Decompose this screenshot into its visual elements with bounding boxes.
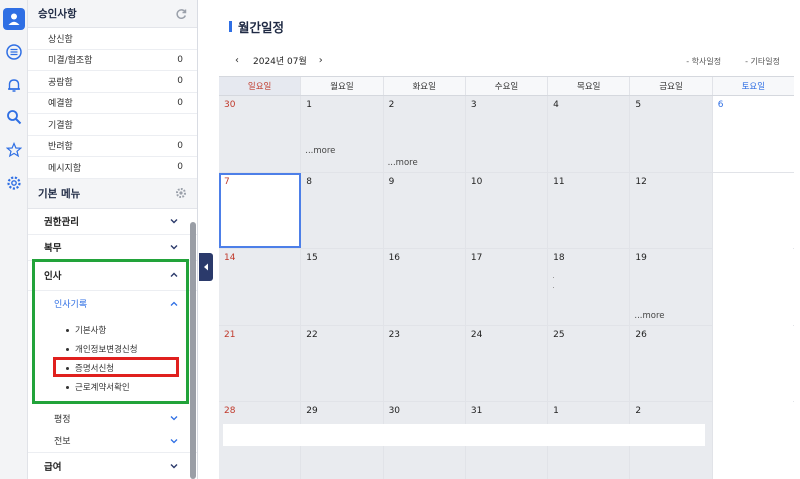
calendar-day[interactable]: 16	[383, 249, 466, 325]
menu-leaf-basic[interactable]: 기본사항	[28, 321, 197, 340]
calendar-week: 30 1 ...more 2 ...more 3 4 5 6	[219, 96, 794, 173]
calendar-day[interactable]: 6	[713, 96, 794, 172]
calendar-day[interactable]: 24	[465, 325, 549, 401]
menu-item-service[interactable]: 복무	[28, 235, 197, 261]
month-navigator: ‹ 2024년 07월 ›	[235, 54, 323, 67]
calendar-day-selected[interactable]: 7	[219, 172, 302, 248]
chevron-down-icon	[170, 464, 178, 469]
month-label: 2024년 07월	[253, 57, 307, 67]
refresh-icon[interactable]	[175, 8, 187, 20]
menu-item-eval[interactable]: 평정	[28, 407, 197, 430]
menu-item-hr-record[interactable]: 인사기록	[28, 291, 197, 317]
approval-row[interactable]: 상신함	[28, 28, 197, 50]
legend-academic: - 학사일정	[686, 57, 722, 66]
triangle-left-icon	[204, 263, 208, 271]
calendar-day[interactable]: 9	[383, 172, 466, 248]
calendar-day[interactable]: 19 ...more	[630, 249, 713, 325]
menu-item-pay[interactable]: 급여	[28, 453, 197, 479]
settings-icon[interactable]	[175, 187, 187, 199]
month-calendar: 일요일 월요일 화요일 수요일 목요일 금요일 토요일 30 1 ...more …	[219, 76, 794, 479]
calendar-week: 7 8 9 10 11 12	[219, 172, 794, 249]
calendar-day[interactable]: 14	[219, 249, 302, 325]
left-panel: 승인사항 상신함 미결/협조함 0 공람함 0 예결함 0 기결함 반려함 0 메시지함…	[28, 0, 198, 479]
approval-row[interactable]: 메시지함 0	[28, 157, 197, 179]
weekday-sun: 일요일	[219, 77, 302, 95]
calendar-day[interactable]: 30	[219, 96, 302, 172]
calendar-day[interactable]: 25	[548, 325, 631, 401]
weekday-thu: 목요일	[548, 77, 631, 95]
schedule-legend: - 학사일정 - 기타일정	[662, 56, 780, 67]
more-link[interactable]: ...more	[388, 158, 418, 168]
panel-scrollbar[interactable]	[190, 222, 196, 479]
collapse-panel-button[interactable]	[199, 253, 213, 281]
menu-leaf-contract[interactable]: 근로계약서확인	[28, 378, 197, 397]
prev-month-button[interactable]: ‹	[235, 55, 239, 66]
user-icon[interactable]	[3, 8, 25, 30]
more-link[interactable]: ...more	[305, 146, 335, 156]
weekday-tue: 화요일	[384, 77, 466, 95]
chevron-down-icon	[170, 438, 178, 443]
approval-row[interactable]: 미결/협조함 0	[28, 50, 197, 71]
approval-row[interactable]: 공람함 0	[28, 71, 197, 93]
star-icon[interactable]	[3, 139, 25, 161]
legend-other: - 기타일정	[745, 57, 780, 66]
calendar-day[interactable]: 23	[383, 325, 466, 401]
menu-leaf-privacy[interactable]: 개인정보변경신청	[28, 340, 197, 359]
weekday-sat: 토요일	[741, 82, 766, 92]
calendar-day[interactable]: 4	[548, 96, 631, 172]
calendar-day[interactable]: 3	[465, 96, 549, 172]
approval-row[interactable]: 예결함 0	[28, 93, 197, 114]
calendar-day[interactable]: 17	[465, 249, 549, 325]
approval-header: 승인사항	[28, 0, 197, 28]
calendar-day[interactable]: 2 ...more	[383, 96, 466, 172]
menu-item-transfer[interactable]: 전보	[28, 430, 197, 453]
chevron-down-icon	[170, 219, 178, 224]
calendar-day[interactable]: 21	[219, 325, 302, 401]
menu-item-auth[interactable]: 권한관리	[28, 209, 197, 235]
menu-header: 기본 메뉴	[28, 178, 197, 209]
calendar-day[interactable]: 26	[630, 325, 713, 401]
approval-title: 승인사항	[38, 8, 77, 20]
menu-title: 기본 메뉴	[38, 187, 81, 200]
calendar-week: 14 15 16 17 18.. 19 ...more	[219, 249, 794, 326]
calendar-day[interactable]: 5	[630, 96, 713, 172]
calendar-day[interactable]: 8	[301, 172, 384, 248]
more-link[interactable]: ...more	[634, 311, 664, 321]
menu-leaf-cert[interactable]: 증명서신청	[28, 359, 197, 378]
page-title: 월간일정	[229, 17, 284, 36]
chevron-up-icon	[170, 301, 178, 306]
calendar-day[interactable]: 18..	[548, 249, 631, 325]
calendar-day[interactable]: 1 ...more	[301, 96, 384, 172]
weekday-wed: 수요일	[466, 77, 549, 95]
weekday-mon: 월요일	[301, 77, 384, 95]
main-content: 월간일정 ‹ 2024년 07월 › - 학사일정 - 기타일정 일요일 월요일…	[213, 0, 800, 479]
approval-row[interactable]: 반려함 0	[28, 136, 197, 157]
gear-icon[interactable]	[3, 172, 25, 194]
weekday-fri: 금요일	[630, 77, 713, 95]
calendar-day[interactable]: 12	[630, 172, 713, 248]
search-icon[interactable]	[3, 106, 25, 128]
chevron-down-icon	[170, 416, 178, 421]
calendar-week: 21 22 23 24 25 26	[219, 325, 794, 402]
weekday-header: 일요일 월요일 화요일 수요일 목요일 금요일 토요일	[219, 76, 794, 96]
calendar-day[interactable]: 22	[301, 325, 384, 401]
list-icon[interactable]	[3, 41, 25, 63]
next-month-button[interactable]: ›	[319, 55, 323, 66]
calendar-day[interactable]: 15	[301, 249, 384, 325]
menu-item-hr[interactable]: 인사	[28, 261, 197, 291]
icon-rail	[0, 0, 28, 479]
chevron-up-icon	[170, 272, 178, 277]
calendar-day[interactable]: 11	[548, 172, 631, 248]
chevron-down-icon	[170, 245, 178, 250]
calendar-day[interactable]: 10	[465, 172, 549, 248]
bell-icon[interactable]	[3, 74, 25, 96]
approval-row[interactable]: 기결함	[28, 114, 197, 136]
